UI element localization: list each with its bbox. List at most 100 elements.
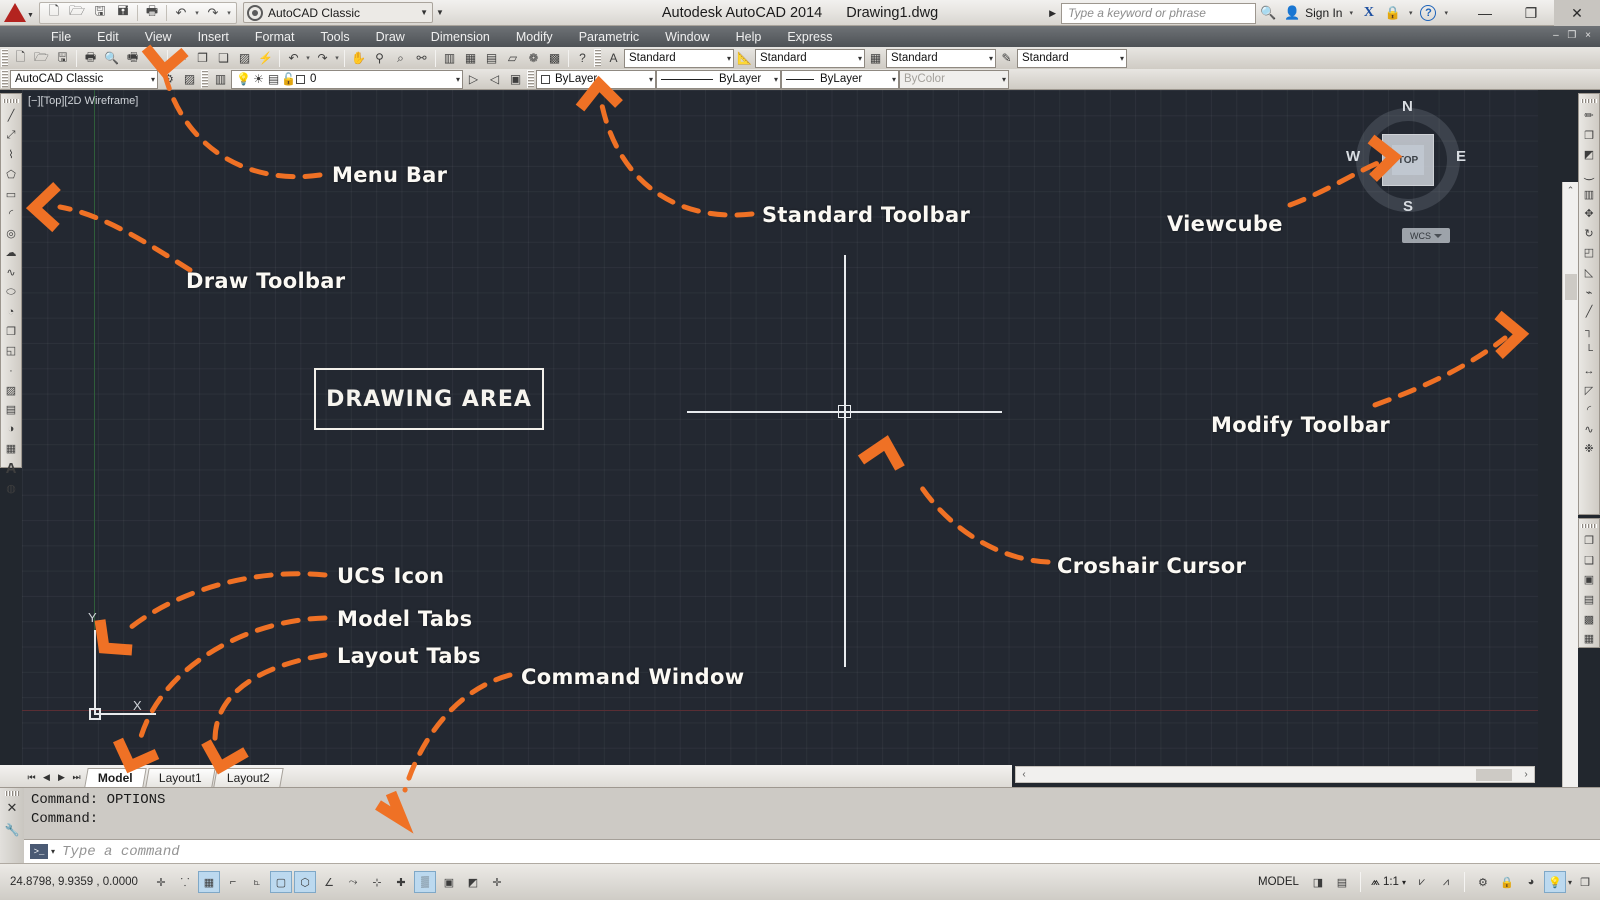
- object-snap-tracking-toggle[interactable]: ∠: [318, 871, 340, 893]
- menu-insert[interactable]: Insert: [185, 30, 242, 44]
- draw-order-toolbar-grip[interactable]: [1581, 524, 1597, 528]
- menu-format[interactable]: Format: [242, 30, 308, 44]
- std-undo-icon[interactable]: ↶: [283, 48, 304, 68]
- mdi-window-controls[interactable]: – ❐ ×: [1553, 30, 1594, 41]
- layer-unlock-icon[interactable]: 🔓: [281, 69, 296, 89]
- qat-redo-icon[interactable]: ↷: [202, 3, 224, 23]
- std-3dprint-icon[interactable]: ◕: [143, 48, 164, 68]
- help-icon[interactable]: ?: [1416, 2, 1440, 24]
- annotation-monitor-toggle[interactable]: ◩: [462, 871, 484, 893]
- erase-icon[interactable]: ✏: [1579, 106, 1599, 126]
- minimize-button[interactable]: —: [1462, 0, 1508, 26]
- add-selected-icon[interactable]: ◍: [1, 478, 21, 498]
- chevron-down-icon[interactable]: ▾: [51, 847, 55, 856]
- point-icon[interactable]: ·: [1, 361, 21, 381]
- viewcube-south-label[interactable]: S: [1403, 198, 1413, 215]
- line-icon[interactable]: ╱: [1, 106, 21, 126]
- std-save-icon[interactable]: 🖫: [52, 48, 73, 68]
- std-quick-calc-icon[interactable]: ▩: [544, 48, 565, 68]
- menu-parametric[interactable]: Parametric: [566, 30, 652, 44]
- region-icon[interactable]: ◑: [1, 420, 21, 440]
- horizontal-scrollbar[interactable]: ‹ ›: [1015, 766, 1535, 783]
- text-style-combo[interactable]: Standard ▾: [624, 48, 734, 68]
- break-at-point-icon[interactable]: ┐: [1579, 322, 1599, 342]
- chevron-down-icon[interactable]: ▾: [1568, 878, 1572, 887]
- command-window-grip[interactable]: [5, 791, 19, 796]
- object-snap-toggle[interactable]: ▢: [270, 871, 292, 893]
- std-cut-icon[interactable]: ✂: [171, 48, 192, 68]
- multiline-text-icon[interactable]: A: [1, 459, 21, 479]
- menu-draw[interactable]: Draw: [363, 30, 418, 44]
- draw-order-back-icon[interactable]: ❑: [1579, 551, 1599, 571]
- scale-icon[interactable]: ◰: [1579, 243, 1599, 263]
- sign-in-button[interactable]: Sign In: [1305, 6, 1342, 20]
- menu-modify[interactable]: Modify: [503, 30, 566, 44]
- tab-nav-last-icon[interactable]: ⏭: [69, 772, 84, 783]
- properties-toolbar-grip[interactable]: [527, 70, 534, 88]
- std-open-icon[interactable]: 🗁: [31, 48, 52, 68]
- vertical-scroll-thumb[interactable]: [1565, 274, 1577, 300]
- viewcube-east-label[interactable]: E: [1456, 148, 1466, 165]
- scroll-up-icon[interactable]: ⌃: [1563, 182, 1578, 198]
- annotation-visibility-icon[interactable]: ⩗: [1411, 871, 1433, 893]
- construction-line-icon[interactable]: ⤢: [1, 126, 21, 146]
- wcs-dropdown[interactable]: WCS: [1402, 228, 1450, 243]
- join-icon[interactable]: ↔: [1579, 361, 1599, 381]
- command-input[interactable]: Type a command: [62, 844, 180, 860]
- copy-object-icon[interactable]: ❐: [1579, 126, 1599, 146]
- tab-nav-prev-icon[interactable]: ◀: [39, 772, 54, 783]
- std-tool-palettes-icon[interactable]: ▤: [481, 48, 502, 68]
- mirror-icon[interactable]: ◩: [1579, 145, 1599, 165]
- model-space-icon[interactable]: ◨: [1307, 871, 1329, 893]
- viewcube-north-label[interactable]: N: [1402, 98, 1413, 115]
- chevron-down-icon[interactable]: ▾: [147, 75, 155, 84]
- modify-toolbar-grip[interactable]: [1581, 99, 1597, 103]
- table-icon[interactable]: ▦: [1, 439, 21, 459]
- qat-undo-dropdown-icon[interactable]: ▾: [193, 9, 201, 17]
- layer-state-icon[interactable]: ▷: [463, 69, 484, 89]
- linetype-combo[interactable]: ByLayer ▾: [656, 69, 781, 89]
- std-help-icon[interactable]: ?: [572, 48, 593, 68]
- chevron-down-icon[interactable]: ▾: [854, 54, 862, 63]
- color-combo[interactable]: ByLayer ▾: [536, 69, 656, 89]
- horizontal-scroll-thumb[interactable]: [1476, 769, 1512, 781]
- clean-screen-icon[interactable]: ❐: [1574, 871, 1596, 893]
- autodesk-360-icon[interactable]: 🔒: [1381, 2, 1405, 24]
- draw-order-below-icon[interactable]: ▤: [1579, 590, 1599, 610]
- search-input[interactable]: Type a keyword or phrase: [1061, 2, 1257, 24]
- polar-tracking-toggle[interactable]: ⦜: [246, 871, 268, 893]
- revision-cloud-icon[interactable]: ☁: [1, 243, 21, 263]
- offset-icon[interactable]: ⏝: [1579, 165, 1599, 185]
- lineweight-toggle[interactable]: ✚: [390, 871, 412, 893]
- snap-mode-toggle[interactable]: ⸪: [174, 871, 196, 893]
- viewcube-west-label[interactable]: W: [1346, 148, 1360, 165]
- workspace-selector[interactable]: AutoCAD Classic ▼: [243, 2, 433, 23]
- annotation-scale-selector[interactable]: ⩕ 1:1 ▾: [1368, 876, 1409, 889]
- close-button[interactable]: ✕: [1554, 0, 1600, 26]
- qat-undo-icon[interactable]: ↶: [170, 3, 192, 23]
- dim-style-combo[interactable]: Standard ▾: [755, 48, 865, 68]
- qat-redo-dropdown-icon[interactable]: ▾: [225, 9, 233, 17]
- rotate-icon[interactable]: ↻: [1579, 224, 1599, 244]
- move-icon[interactable]: ✥: [1579, 204, 1599, 224]
- styles-toolbar-grip[interactable]: [594, 49, 601, 67]
- mleader-style-icon[interactable]: ✎: [996, 48, 1017, 68]
- layers-toolbar-grip[interactable]: [201, 70, 208, 88]
- lineweight-combo[interactable]: ByLayer ▾: [781, 69, 899, 89]
- chevron-down-icon[interactable]: ▾: [770, 75, 778, 84]
- gradient-icon[interactable]: ▤: [1, 400, 21, 420]
- tab-nav-first-icon[interactable]: ⏮: [24, 772, 39, 783]
- send-to-back-icon[interactable]: ▦: [1579, 629, 1599, 649]
- toolbar-lock-icon[interactable]: ▨: [179, 69, 200, 89]
- table-style-combo[interactable]: Standard ▾: [886, 48, 996, 68]
- layer-on-icon[interactable]: 💡: [236, 69, 251, 89]
- layer-properties-manager-icon[interactable]: ▥: [210, 69, 231, 89]
- std-publish-icon[interactable]: 🖷: [122, 48, 143, 68]
- fillet-icon[interactable]: ◜: [1579, 400, 1599, 420]
- tab-layout1[interactable]: Layout1: [144, 768, 216, 787]
- std-paste-icon[interactable]: ❑: [213, 48, 234, 68]
- polygon-icon[interactable]: ⬠: [1, 165, 21, 185]
- application-menu-button[interactable]: ▼: [2, 0, 36, 25]
- scroll-left-icon[interactable]: ‹: [1016, 769, 1032, 780]
- selection-cycling-toggle[interactable]: ▣: [438, 871, 460, 893]
